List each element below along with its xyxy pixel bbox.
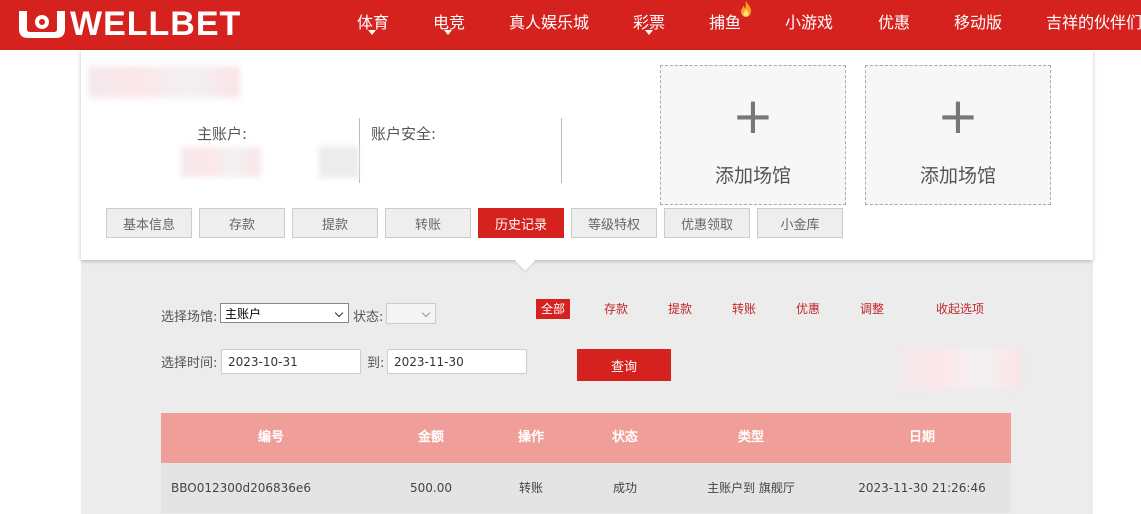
date-to-input[interactable]: 2023-11-30 bbox=[387, 349, 527, 374]
main-account-label: 主账户: bbox=[197, 125, 248, 143]
status-label: 状态: bbox=[353, 310, 384, 325]
status-select[interactable] bbox=[386, 303, 436, 324]
category-deposit[interactable]: 存款 bbox=[604, 300, 628, 317]
nav-item-partners[interactable]: 吉祥的伙伴们 bbox=[1046, 9, 1141, 33]
cell-amount: 500.00 bbox=[410, 481, 452, 495]
main-nav: 体育 电竞 真人娱乐城 彩票 捕鱼 小游戏 优惠 移动版 吉祥的伙伴们 bbox=[0, 0, 1141, 50]
venue-select[interactable]: 主账户 bbox=[220, 303, 349, 323]
add-venue-button[interactable]: + 添加场馆 bbox=[865, 65, 1051, 205]
divider bbox=[359, 118, 360, 183]
tab-history[interactable]: 历史记录 bbox=[478, 208, 564, 238]
date-from-input[interactable]: 2023-10-31 bbox=[221, 349, 361, 374]
time-label: 选择时间: bbox=[161, 356, 218, 371]
cell-status: 成功 bbox=[612, 481, 637, 495]
top-nav-bar: WELLBET 体育 电竞 真人娱乐城 彩票 捕鱼 小游戏 优惠 移动版 吉祥的… bbox=[0, 0, 1141, 50]
nav-item-live-casino[interactable]: 真人娱乐城 bbox=[509, 9, 589, 33]
divider bbox=[561, 118, 562, 183]
column-header-date: 日期 bbox=[908, 430, 935, 445]
chevron-down-icon bbox=[645, 30, 653, 35]
add-venue-button[interactable]: + 添加场馆 bbox=[660, 65, 846, 205]
nav-item-promotions[interactable]: 优惠 bbox=[878, 9, 910, 33]
nav-item-fishing[interactable]: 捕鱼 bbox=[709, 9, 741, 33]
chevron-down-icon bbox=[421, 308, 431, 318]
nav-item-mobile[interactable]: 移动版 bbox=[954, 9, 1002, 33]
blurred-value bbox=[319, 146, 359, 178]
chevron-down-icon bbox=[444, 30, 452, 35]
add-venue-label: 添加场馆 bbox=[714, 165, 791, 187]
tab-vip-privileges[interactable]: 等级特权 bbox=[571, 208, 657, 238]
tab-transfer[interactable]: 转账 bbox=[385, 208, 471, 238]
flame-icon bbox=[741, 1, 751, 17]
account-card: 主账户: 账户安全: + 添加场馆 + 添加场馆 基本信息 存款 提款 转账 历… bbox=[81, 50, 1093, 260]
category-promotion[interactable]: 优惠 bbox=[796, 300, 820, 317]
cell-date: 2023-11-30 21:26:46 bbox=[858, 481, 986, 495]
blurred-username bbox=[88, 66, 240, 98]
column-header-type: 类型 bbox=[737, 430, 764, 445]
tab-withdraw[interactable]: 提款 bbox=[292, 208, 378, 238]
history-table: 编号 金额 操作 状态 类型 日期 BBO012300d206836e6 500… bbox=[161, 413, 1011, 513]
nav-item-mini-games[interactable]: 小游戏 bbox=[785, 9, 833, 33]
tab-deposit[interactable]: 存款 bbox=[199, 208, 285, 238]
column-header-operation: 操作 bbox=[517, 430, 544, 445]
account-security-label: 账户安全: bbox=[371, 125, 437, 143]
tab-claim-promotions[interactable]: 优惠领取 bbox=[664, 208, 750, 238]
tab-basic-info[interactable]: 基本信息 bbox=[106, 208, 192, 238]
query-button[interactable]: 查询 bbox=[577, 349, 671, 381]
category-withdraw[interactable]: 提款 bbox=[668, 300, 692, 317]
venue-select-value: 主账户 bbox=[225, 306, 262, 321]
chevron-down-icon bbox=[368, 30, 376, 35]
plus-icon: + bbox=[937, 87, 979, 145]
plus-icon: + bbox=[732, 87, 774, 145]
add-venue-label: 添加场馆 bbox=[919, 165, 996, 187]
chevron-down-icon bbox=[334, 308, 344, 318]
to-label: 到: bbox=[367, 356, 385, 371]
column-header-status: 状态 bbox=[611, 430, 638, 445]
category-transfer[interactable]: 转账 bbox=[732, 300, 756, 317]
cell-id: BBO012300d206836e6 bbox=[171, 481, 311, 495]
category-all[interactable]: 全部 bbox=[536, 299, 571, 319]
cell-type: 主账户到 旗舰厅 bbox=[707, 481, 795, 495]
cell-operation: 转账 bbox=[518, 481, 543, 495]
category-adjustment[interactable]: 调整 bbox=[860, 300, 884, 317]
blurred-balance bbox=[181, 147, 261, 177]
table-row: BBO012300d206836e6 500.00 转账 成功 主账户到 旗舰厅… bbox=[161, 463, 1011, 513]
collapse-options-link[interactable]: 收起选项 bbox=[936, 300, 984, 317]
blurred-info bbox=[900, 348, 1020, 390]
venue-label: 选择场馆: bbox=[161, 310, 218, 325]
tab-vault[interactable]: 小金库 bbox=[757, 208, 843, 238]
column-header-id: 编号 bbox=[257, 430, 284, 445]
column-header-amount: 金额 bbox=[417, 430, 444, 445]
table-header: 编号 金额 操作 状态 类型 日期 bbox=[161, 413, 1011, 463]
